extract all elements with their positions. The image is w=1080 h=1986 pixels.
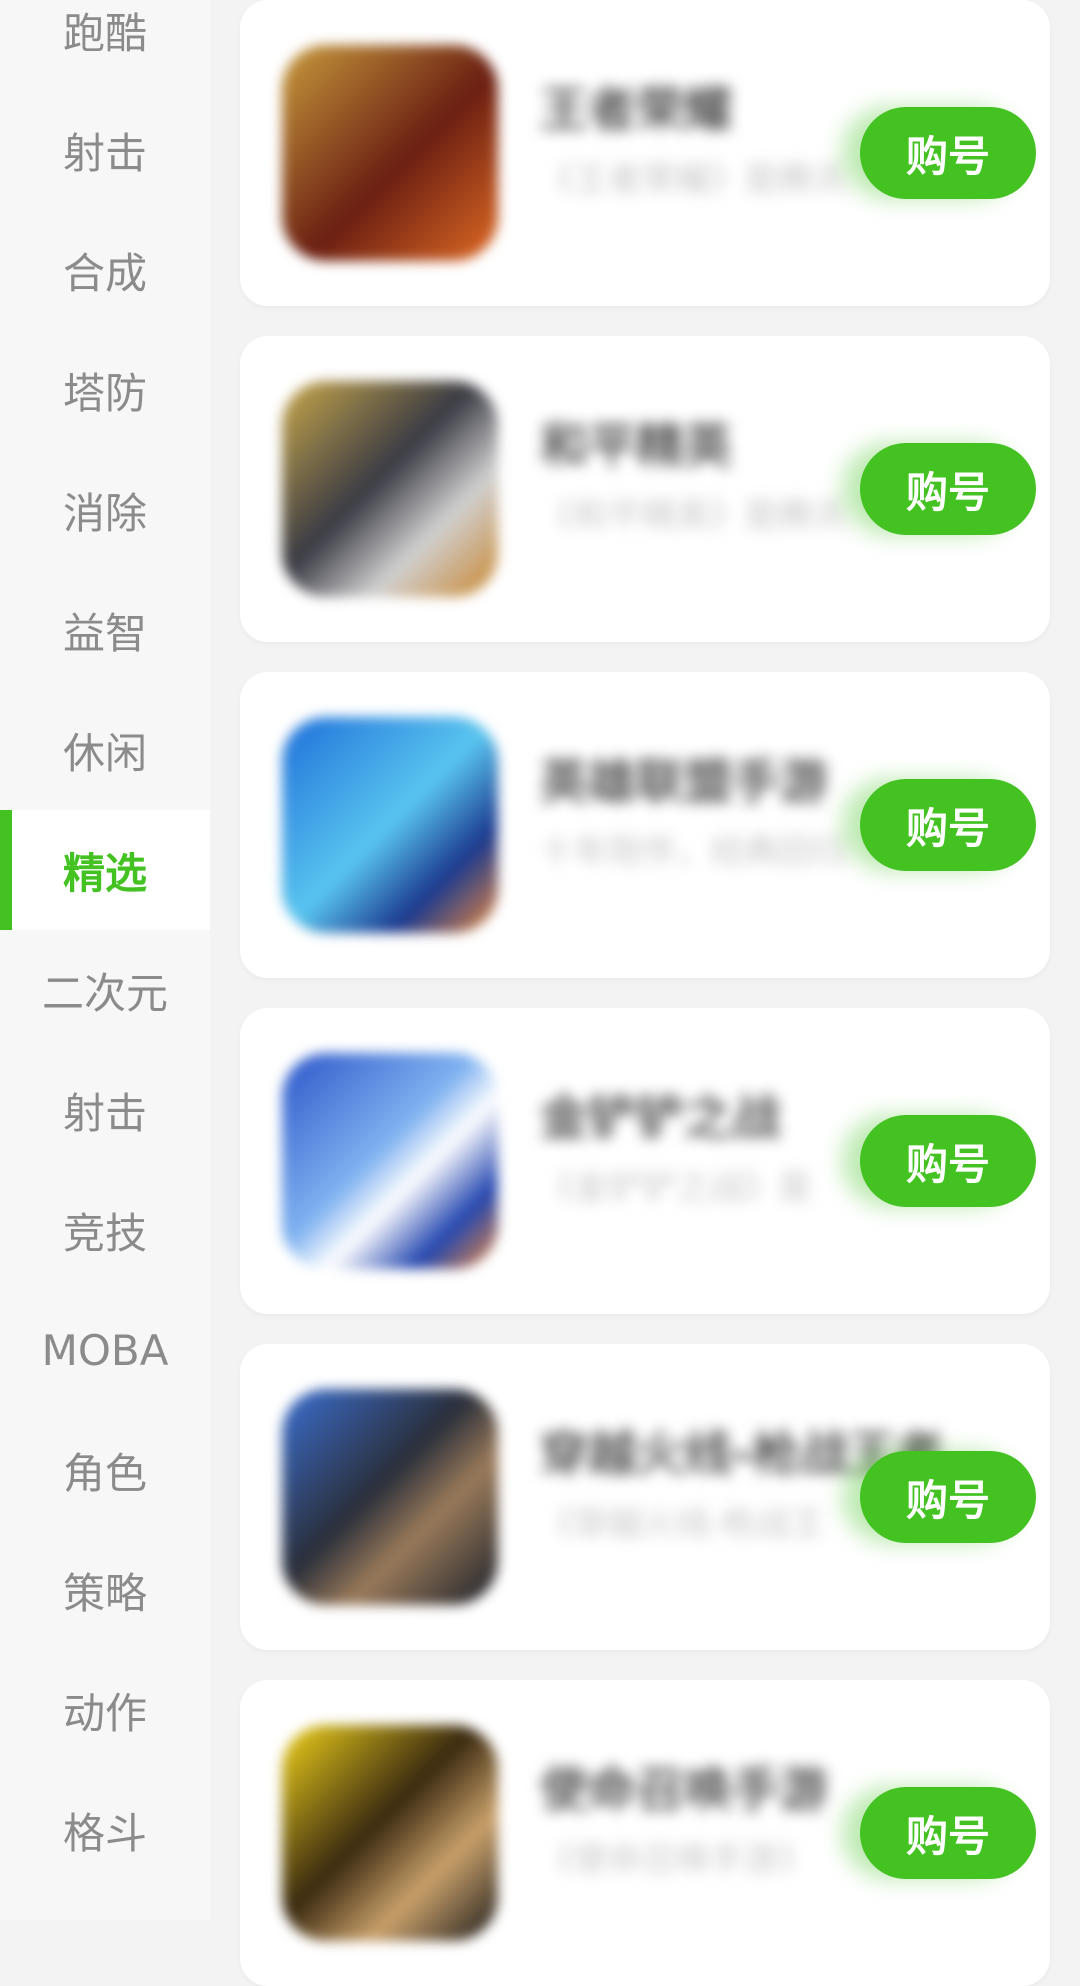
category-sidebar: 跑酷 射击 合成 塔防 消除 益智 休闲 精选 二次元 射击 竞技 MOBA 角… [0, 0, 210, 1920]
game-icon [282, 1725, 498, 1941]
game-card[interactable]: 穿越火线-枪战王者 《穿越火线-枪战王 购号 [240, 1344, 1050, 1650]
game-icon [282, 45, 498, 261]
game-title: 王者荣耀 [540, 82, 733, 138]
buy-account-button[interactable]: 购号 [860, 1787, 1036, 1879]
buy-account-button[interactable]: 购号 [860, 1451, 1036, 1543]
sidebar-item-action[interactable]: 动作 [0, 1650, 210, 1770]
sidebar-item-featured[interactable]: 精选 [0, 810, 210, 930]
sidebar-item-fighting[interactable]: 格斗 [0, 1770, 210, 1890]
sidebar-item-rpg[interactable]: 角色 [0, 1410, 210, 1530]
buy-account-button[interactable]: 购号 [860, 779, 1036, 871]
game-description: 十年陪伴，经典回归 [540, 832, 846, 872]
game-title: 和平精英 [540, 418, 733, 474]
sidebar-item-shooting[interactable]: 射击 [0, 90, 210, 210]
game-icon [282, 1389, 498, 1605]
game-card[interactable]: 和平精英 《和平精英》是腾讯 购号 [240, 336, 1050, 642]
game-list: 王者荣耀 《王者荣耀》是腾讯 购号 和平精英 《和平精英》是腾讯 购号 英雄联盟… [210, 0, 1080, 1986]
game-description: 《穿越火线-枪战王 [540, 1504, 825, 1544]
game-icon [282, 717, 498, 933]
game-icon [282, 1053, 498, 1269]
game-card[interactable]: 英雄联盟手游 十年陪伴，经典回归 购号 [240, 672, 1050, 978]
game-card[interactable]: 王者荣耀 《王者荣耀》是腾讯 购号 [240, 0, 1050, 306]
game-title: 使命召唤手游 [540, 1762, 829, 1818]
game-card[interactable]: 金铲铲之战 《金铲铲之战》是 购号 [240, 1008, 1050, 1314]
sidebar-item-parkour[interactable]: 跑酷 [0, 0, 210, 90]
sidebar-item-competitive[interactable]: 竞技 [0, 1170, 210, 1290]
game-description: 《和平精英》是腾讯 [540, 496, 846, 536]
game-description: 《使命召唤手游》 [540, 1840, 812, 1880]
sidebar-item-match[interactable]: 消除 [0, 450, 210, 570]
game-title: 英雄联盟手游 [540, 754, 829, 810]
sidebar-item-casual[interactable]: 休闲 [0, 690, 210, 810]
sidebar-item-strategy[interactable]: 策略 [0, 1530, 210, 1650]
sidebar-item-anime[interactable]: 二次元 [0, 930, 210, 1050]
game-icon [282, 381, 498, 597]
sidebar-item-merge[interactable]: 合成 [0, 210, 210, 330]
game-card[interactable]: 使命召唤手游 《使命召唤手游》 购号 [240, 1680, 1050, 1986]
game-description: 《金铲铲之战》是 [540, 1168, 812, 1208]
sidebar-item-shooting-2[interactable]: 射击 [0, 1050, 210, 1170]
sidebar-item-puzzle[interactable]: 益智 [0, 570, 210, 690]
buy-account-button[interactable]: 购号 [860, 107, 1036, 199]
sidebar-item-moba[interactable]: MOBA [0, 1290, 210, 1410]
buy-account-button[interactable]: 购号 [860, 443, 1036, 535]
game-description: 《王者荣耀》是腾讯 [540, 160, 846, 200]
game-title: 金铲铲之战 [540, 1090, 781, 1146]
buy-account-button[interactable]: 购号 [860, 1115, 1036, 1207]
sidebar-item-tower-defense[interactable]: 塔防 [0, 330, 210, 450]
